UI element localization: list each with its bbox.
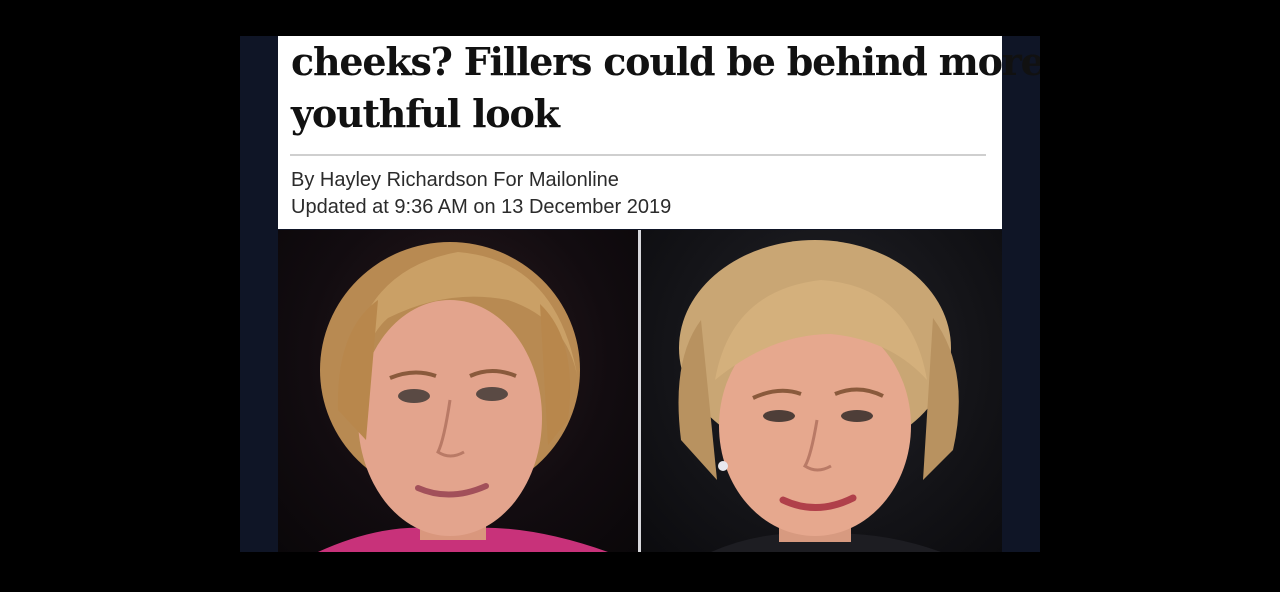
header-divider [290, 154, 986, 156]
headline-line-1: cheeks? Fillers could be behind more [291, 39, 1040, 84]
portrait-right-illustration [678, 240, 959, 552]
article-screenshot: cheeks? Fillers could be behind more you… [240, 36, 1040, 552]
article-header: cheeks? Fillers could be behind more you… [278, 36, 1040, 229]
author-line: By Hayley Richardson For Mailonline [291, 169, 619, 191]
portrait-left-illustration [318, 242, 608, 552]
video-frame: cheeks? Fillers could be behind more you… [0, 0, 1280, 592]
article-byline: By Hayley Richardson For Mailonline Upda… [291, 167, 671, 221]
headline-line-2: youthful look [291, 91, 560, 136]
article-headline: cheeks? Fillers could be behind more you… [291, 36, 1040, 140]
portrait-photo-right [641, 230, 1002, 552]
updated-timestamp: Updated at 9:36 AM on 13 December 2019 [291, 196, 672, 218]
portrait-photo-left [278, 230, 638, 552]
